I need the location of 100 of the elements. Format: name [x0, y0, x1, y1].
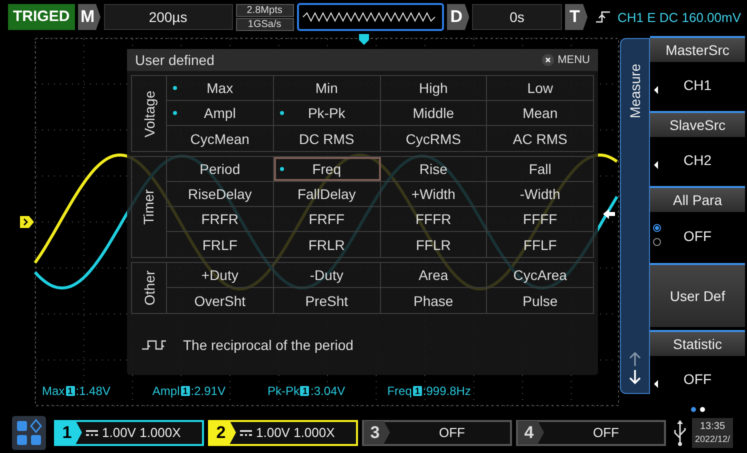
usb-icon — [672, 418, 688, 448]
measure-option[interactable]: CycArea — [487, 263, 593, 287]
group-label: Voltage — [141, 90, 157, 137]
channel-badge: 1 — [180, 386, 190, 396]
measure-option[interactable]: Rise — [380, 157, 488, 181]
trigger-info: CH1 E DC 160.00mV — [617, 10, 742, 24]
channel-marker-icon[interactable] — [20, 216, 34, 228]
delay-value[interactable]: 0s — [472, 4, 562, 30]
measure-option[interactable]: Area — [380, 263, 488, 287]
close-menu-button[interactable]: MENU — [542, 54, 590, 66]
measure-value: :1.48V — [76, 384, 110, 398]
softkey-title[interactable]: SlaveSrc — [650, 113, 745, 137]
left-triangle-icon — [654, 161, 658, 169]
measure-option[interactable]: Pulse — [487, 288, 593, 313]
measure-name: Freq — [387, 384, 412, 398]
trigger-position-marker-icon[interactable] — [359, 34, 369, 45]
measure-option[interactable]: FFFF — [487, 207, 593, 231]
channel-panel[interactable]: 2 1.00V 1.000X — [208, 420, 358, 446]
dc-coupling-icon — [86, 428, 98, 436]
sample-rate: 1GSa/s — [236, 18, 294, 30]
channel-scale: 1.00V 1.000X — [102, 425, 181, 440]
radio-icon[interactable] — [653, 224, 661, 232]
measure-option[interactable]: FFLR — [380, 232, 488, 257]
softkey-value[interactable]: OFF — [684, 228, 712, 244]
measure-option[interactable]: CycMean — [167, 126, 274, 151]
up-down-arrows-icon[interactable] — [627, 351, 643, 385]
softkey-value[interactable]: CH1 — [683, 77, 712, 93]
measure-option[interactable]: AC RMS — [487, 126, 593, 151]
measure-option[interactable]: FRFF — [274, 207, 380, 231]
measure-option[interactable]: Mean — [487, 101, 593, 125]
channel-panel[interactable]: 4 OFF — [516, 420, 666, 446]
measure-option[interactable]: -Duty — [274, 263, 380, 287]
memory-depth: 2.8Mpts — [236, 4, 294, 16]
left-triangle-icon — [654, 86, 658, 94]
trigger-key[interactable]: T — [564, 4, 588, 30]
measure-option[interactable]: FRLR — [274, 232, 380, 257]
measure-value: :2.91V — [190, 384, 226, 398]
trigger-status: TRIGED — [8, 4, 75, 30]
measure-option[interactable]: Min — [274, 76, 380, 100]
measure-option[interactable]: Low — [487, 76, 593, 100]
page-dot-icon[interactable] — [700, 407, 704, 412]
delay-key[interactable]: D — [446, 4, 470, 30]
channel-number: 4 — [518, 420, 544, 444]
measure-option[interactable]: DC RMS — [274, 126, 380, 151]
channel-panel[interactable]: 1 1.00V 1.000X — [54, 420, 204, 446]
measure-option[interactable]: RiseDelay — [167, 182, 274, 206]
measure-option[interactable]: High — [380, 76, 488, 100]
dc-coupling-icon — [240, 428, 252, 436]
channel-panel[interactable]: 3 OFF — [362, 420, 512, 446]
close-icon — [542, 54, 554, 66]
waveform-overview[interactable] — [296, 3, 444, 31]
channel-scale: 1.00V 1.000X — [256, 425, 335, 440]
channel-scale: OFF — [592, 425, 620, 440]
channel-badge: 1 — [66, 386, 75, 396]
softkey-value[interactable]: OFF — [684, 371, 712, 387]
measure-value: :999.8Hz — [422, 384, 471, 398]
measure-option[interactable]: FRLF — [167, 232, 274, 257]
softkey-title[interactable]: Statistic — [650, 332, 745, 356]
apps-icon[interactable] — [12, 416, 46, 450]
radio-icon[interactable] — [653, 238, 661, 246]
measure-option[interactable]: Period — [167, 157, 274, 181]
softkey-title[interactable]: MasterSrc — [650, 38, 745, 62]
measure-option[interactable]: Ampl — [167, 101, 274, 125]
left-triangle-icon — [654, 380, 658, 388]
measure-option[interactable]: +Duty — [167, 263, 274, 287]
measure-name: Pk-Pk — [267, 384, 300, 398]
measure-option[interactable]: Middle — [380, 101, 488, 125]
description-text: The reciprocal of the period — [183, 337, 354, 353]
measure-option[interactable]: PreSht — [274, 288, 380, 313]
softkey-button[interactable]: User Def — [650, 263, 745, 327]
group-label: Other — [141, 270, 157, 306]
measure-option[interactable]: +Width — [380, 182, 488, 206]
trigger-level-marker-icon[interactable] — [603, 209, 615, 219]
measure-option[interactable]: OverSht — [167, 288, 274, 313]
timebase-value[interactable]: 200µs — [104, 4, 233, 30]
timebase-key[interactable]: M — [78, 4, 101, 30]
measure-option[interactable]: Max — [167, 76, 274, 100]
measure-tab[interactable]: Measure — [620, 38, 650, 394]
measure-option[interactable]: Freq — [274, 157, 380, 181]
channel-scale: OFF — [438, 425, 466, 440]
measure-option[interactable]: Phase — [380, 288, 488, 313]
measure-option[interactable]: CycRMS — [380, 126, 488, 151]
group-label: Timer — [141, 189, 157, 225]
measure-option[interactable]: FallDelay — [274, 182, 380, 206]
dialog-title: User defined — [135, 52, 214, 68]
softkey-title[interactable]: All Para — [650, 188, 745, 212]
channel-badge: 1 — [300, 386, 310, 396]
page-dot-icon[interactable] — [690, 407, 696, 412]
measure-name: Ampl — [152, 384, 180, 398]
measure-option[interactable]: Pk-Pk — [274, 101, 380, 125]
channel-badge: 1 — [412, 386, 422, 396]
measure-name: Max — [42, 384, 65, 398]
measure-value: :3.04V — [310, 384, 346, 398]
clock-time: 13:35 — [700, 420, 726, 432]
measure-option[interactable]: FRFR — [167, 207, 274, 231]
measure-option[interactable]: FFFR — [380, 207, 488, 231]
softkey-value[interactable]: CH2 — [683, 152, 712, 168]
measure-option[interactable]: Fall — [487, 157, 593, 181]
measure-option[interactable]: -Width — [487, 182, 593, 206]
measure-option[interactable]: FFLF — [487, 232, 593, 257]
